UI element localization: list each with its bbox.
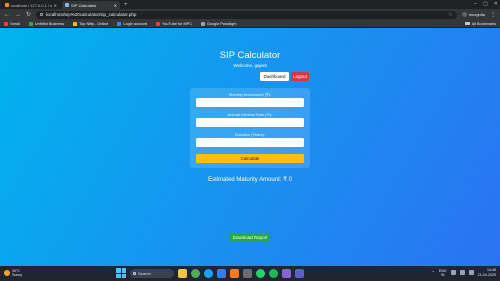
system-tray: ⌃ ENG IN 14:48 21-04-2025 — [431, 268, 496, 277]
weather-widget[interactable]: 30°C Sunny — [4, 269, 22, 277]
page-viewport: SIP Calculator Welcome, gajeet Dashboard… — [0, 28, 500, 266]
address-text: localhost/sip%20calculator/sip_calculato… — [46, 12, 137, 17]
store-icon[interactable] — [282, 268, 291, 278]
bookmark-favicon-icon — [73, 21, 78, 26]
volume-icon[interactable] — [459, 270, 465, 275]
calculate-button[interactable]: Calculate — [196, 154, 304, 163]
monthly-investment-input[interactable] — [196, 98, 304, 107]
xampp-icon[interactable] — [230, 268, 239, 278]
folder-icon — [464, 21, 470, 26]
duration-label: Duration (Years): — [234, 132, 266, 137]
weather-desc: Sunny — [12, 273, 23, 277]
bookmark-label: Gmail — [10, 21, 20, 26]
tab-close-icon[interactable]: ✕ — [114, 3, 117, 8]
bookmark-item[interactable]: Untitled Business — [28, 21, 65, 26]
bookmark-favicon-icon — [28, 21, 33, 26]
edge-icon[interactable] — [204, 268, 213, 278]
tab-title: localhost / 127.0.0.1 / sip_calcu — [11, 2, 52, 8]
clock-date: 21-04-2025 — [477, 272, 496, 277]
profile-label: Incognito — [468, 12, 485, 17]
language-code: ENG — [438, 268, 447, 273]
address-bar[interactable]: localhost/sip%20calculator/sip_calculato… — [36, 10, 457, 19]
download-report-button[interactable]: Download Report — [230, 233, 270, 242]
bookmark-item[interactable]: Login account — [117, 21, 148, 26]
profile-indicator[interactable]: Incognito — [461, 12, 485, 17]
chrome-icon[interactable] — [191, 268, 200, 278]
bookmark-item[interactable]: Top Nifty - Online — [73, 21, 109, 26]
browser-tab-1[interactable]: SIP Calculator ✕ — [62, 1, 120, 9]
sip-form: Monthly Investment (₹): Annual Interest … — [190, 88, 310, 168]
back-icon[interactable]: ← — [4, 12, 10, 18]
whatsapp-icon[interactable] — [256, 268, 265, 278]
language-indicator[interactable]: ENG IN — [439, 269, 447, 277]
dashboard-button[interactable]: Dashboard — [260, 72, 289, 81]
maximize-icon[interactable]: ▢ — [483, 1, 488, 7]
bookmarks-bar: Gmail Untitled Business Top Nifty - Onli… — [0, 20, 500, 28]
bookmark-label: Google Paradigm — [206, 21, 237, 26]
teams-icon[interactable] — [295, 268, 304, 278]
terminal-icon[interactable] — [243, 268, 252, 278]
search-placeholder: Search — [138, 270, 151, 276]
bookmark-label: Untitled Business — [34, 21, 65, 26]
battery-icon[interactable] — [468, 270, 474, 275]
language-region: IN — [440, 272, 445, 277]
bookmark-item[interactable]: Google Paradigm — [200, 21, 237, 26]
spotify-icon[interactable] — [269, 268, 278, 278]
incognito-icon — [461, 12, 467, 17]
new-tab-icon[interactable]: + — [124, 1, 128, 9]
logout-button[interactable]: Logout — [291, 72, 309, 81]
tray-overflow-icon[interactable]: ⌃ — [431, 270, 434, 275]
interest-rate-input[interactable] — [196, 118, 304, 127]
interest-rate-label: Annual Interest Rate (%): — [227, 112, 273, 117]
bookmark-favicon-icon — [200, 21, 205, 26]
sun-icon — [4, 270, 10, 276]
clock[interactable]: 14:48 21-04-2025 — [478, 268, 496, 277]
bookmark-star-icon[interactable]: ☆ — [448, 12, 452, 18]
start-button[interactable] — [116, 268, 126, 278]
forward-icon[interactable]: → — [15, 12, 21, 18]
bookmark-label: Login account — [123, 21, 148, 26]
bookmark-item[interactable]: YouTube for MPC — [156, 21, 192, 26]
close-window-icon[interactable]: ✕ — [494, 1, 498, 7]
browser-menu-icon[interactable]: ⋮ — [490, 11, 496, 18]
search-icon — [133, 271, 136, 275]
vscode-icon[interactable] — [217, 268, 226, 278]
bookmark-label: Top Nifty - Online — [79, 21, 109, 26]
minimize-icon[interactable]: – — [474, 1, 477, 7]
wifi-icon[interactable] — [450, 270, 456, 275]
welcome-text: Welcome, gajeet — [233, 63, 267, 68]
tab-favicon-icon — [65, 3, 69, 7]
bookmark-label: YouTube for MPC — [162, 21, 192, 26]
duration-input[interactable] — [196, 138, 304, 147]
browser-toolbar: ← → ↻ localhost/sip%20calculator/sip_cal… — [0, 9, 500, 20]
all-bookmarks-label: All Bookmarks — [471, 21, 496, 26]
page-title: SIP Calculator — [219, 50, 281, 61]
taskbar: 30°C Sunny Search ⌃ ENG IN 14:48 21-04-2… — [0, 266, 500, 281]
site-info-icon[interactable] — [40, 13, 44, 16]
maturity-result: Estimated Maturity Amount: ₹ 0 — [208, 177, 292, 183]
browser-tabstrip: localhost / 127.0.0.1 / sip_calcu ✕ SIP … — [0, 0, 500, 9]
all-bookmarks-button[interactable]: All Bookmarks — [464, 21, 496, 26]
taskbar-apps: Search — [116, 268, 304, 278]
window-controls: – ▢ ✕ — [474, 1, 498, 7]
bookmark-favicon-icon — [4, 21, 8, 26]
browser-tab-0[interactable]: localhost / 127.0.0.1 / sip_calcu ✕ — [2, 1, 60, 9]
bookmark-item[interactable]: Gmail — [4, 21, 20, 26]
tab-close-icon[interactable]: ✕ — [54, 3, 57, 8]
bookmark-favicon-icon — [117, 21, 122, 26]
tab-favicon-icon — [5, 3, 9, 7]
reload-icon[interactable]: ↻ — [26, 12, 31, 18]
taskbar-search[interactable]: Search — [130, 268, 174, 278]
bookmark-favicon-icon — [156, 21, 161, 26]
tab-title: SIP Calculator — [71, 2, 97, 8]
monthly-investment-label: Monthly Investment (₹): — [228, 92, 272, 97]
file-explorer-icon[interactable] — [178, 268, 187, 278]
